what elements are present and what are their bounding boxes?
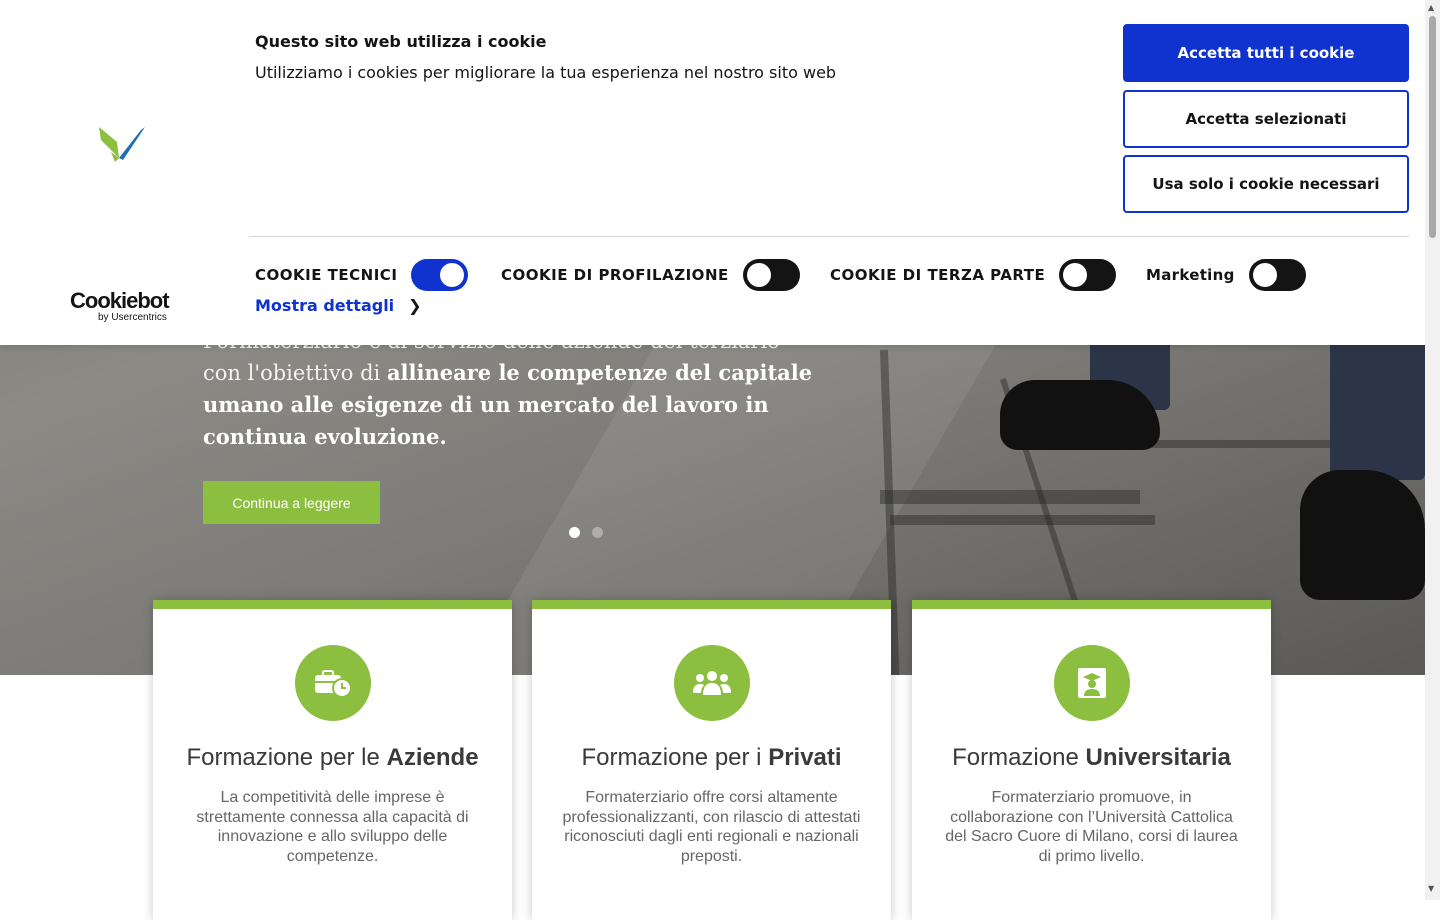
- toggle-knob: [440, 263, 465, 287]
- card-title-bold: Aziende: [386, 744, 479, 771]
- hero-person-shoe: [1000, 380, 1160, 450]
- cookie-consent-banner: Cookiebot by Usercentrics Questo sito we…: [0, 0, 1425, 345]
- toggle-cookie-terza-parte: COOKIE DI TERZA PARTE: [830, 259, 1117, 291]
- slider-dot-2[interactable]: [592, 527, 603, 538]
- cookiebot-by: by Usercentrics: [98, 312, 167, 323]
- card-privati[interactable]: Formazione per i Privati Formaterziario …: [532, 600, 891, 920]
- toggle-switch-marketing[interactable]: [1248, 259, 1306, 291]
- graduate-icon: [1077, 668, 1106, 698]
- toggle-knob: [746, 263, 771, 287]
- card-title-prefix: Formazione per i: [581, 744, 769, 771]
- show-details-label: Mostra dettagli: [255, 296, 395, 315]
- toggle-knob: [1063, 263, 1088, 287]
- card-icon-circle: [1053, 645, 1130, 721]
- toggle-label: COOKIE DI TERZA PARTE: [830, 266, 1046, 284]
- show-details-link[interactable]: Mostra dettagli ❯: [255, 296, 422, 315]
- toggle-label: COOKIE TECNICI: [255, 266, 398, 284]
- users-group-icon: [692, 671, 731, 695]
- card-text: Formaterziario promuove, in collaborazio…: [945, 789, 1238, 865]
- toggle-switch-tecnici[interactable]: [411, 259, 469, 291]
- hero-bg-stripe: [1140, 440, 1340, 448]
- necessary-only-button[interactable]: Usa solo i cookie necessari: [1123, 155, 1409, 213]
- card-icon-circle: [294, 645, 371, 721]
- page-scrollbar[interactable]: ▲ ▼: [1425, 0, 1440, 900]
- scroll-up-icon[interactable]: ▲: [1428, 3, 1434, 12]
- banner-text: Utilizziamo i cookies per migliorare la …: [255, 63, 837, 82]
- continue-reading-button[interactable]: Continua a leggere: [203, 481, 380, 524]
- toggle-switch-profilazione[interactable]: [742, 259, 800, 291]
- hero-text: Formaterziario è al servizio delle azien…: [203, 326, 823, 453]
- card-universitaria[interactable]: Formazione Universitaria Formaterziario …: [912, 600, 1271, 920]
- card-title-bold: Privati: [768, 744, 842, 771]
- accept-all-button[interactable]: Accetta tutti i cookie: [1123, 24, 1409, 82]
- cookiebot-logo[interactable]: Cookiebot by Usercentrics: [70, 288, 170, 324]
- hero-bg-stripe: [890, 515, 1155, 525]
- toggle-cookie-profilazione: COOKIE DI PROFILAZIONE: [501, 259, 800, 291]
- card-aziende[interactable]: Formazione per le Aziende La competitivi…: [153, 600, 512, 920]
- cookiebot-name: Cookiebot: [70, 288, 170, 313]
- card-text: La competitività delle imprese è stretta…: [196, 789, 469, 865]
- brand-logo-icon: [99, 127, 145, 162]
- toggle-marketing: Marketing: [1146, 259, 1306, 291]
- slider-dots: [569, 527, 603, 538]
- card-title-prefix: Formazione per le: [186, 744, 387, 771]
- toggle-cookie-tecnici: COOKIE TECNICI: [255, 259, 469, 291]
- card-icon-circle: [673, 645, 750, 721]
- hero-bg-stripe: [880, 490, 1140, 504]
- toggle-switch-terza-parte[interactable]: [1059, 259, 1117, 291]
- scroll-down-icon[interactable]: ▼: [1428, 884, 1434, 893]
- card-title: Formazione per le Aziende: [153, 744, 512, 772]
- hero-person-leg: [1330, 330, 1425, 480]
- accept-selected-button[interactable]: Accetta selezionati: [1123, 90, 1409, 148]
- brand-logo[interactable]: [97, 124, 147, 168]
- card-title: Formazione per i Privati: [532, 744, 891, 772]
- banner-divider: [249, 236, 1409, 237]
- card-text: Formaterziario offre corsi altamente pro…: [562, 789, 861, 865]
- card-title-prefix: Formazione: [952, 744, 1086, 771]
- card-title-bold: Universitaria: [1085, 744, 1231, 771]
- banner-title: Questo sito web utilizza i cookie: [255, 32, 547, 51]
- briefcase-clock-icon: [314, 670, 352, 698]
- toggle-label: COOKIE DI PROFILAZIONE: [501, 266, 729, 284]
- chevron-right-icon: ❯: [408, 296, 422, 315]
- scroll-thumb[interactable]: [1429, 16, 1436, 238]
- hero-person-shoe: [1300, 470, 1425, 600]
- toggle-knob: [1252, 263, 1277, 287]
- slider-dot-1[interactable]: [569, 527, 580, 538]
- toggle-label: Marketing: [1146, 266, 1235, 284]
- card-title: Formazione Universitaria: [912, 744, 1271, 772]
